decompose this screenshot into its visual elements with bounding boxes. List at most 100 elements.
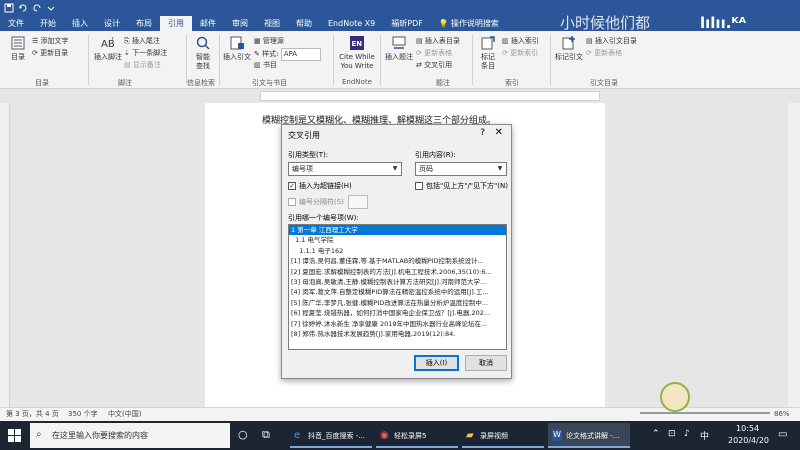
taskbar-app-label: 抖音_百度搜索 -... <box>308 432 365 440</box>
insert-hyperlink-checkbox[interactable]: ✓ <box>288 182 296 190</box>
smart-lookup-button[interactable]: 智能 查找 <box>190 35 216 71</box>
list-item[interactable]: [3] 母泡真,吴敏清,王静.模糊控制表计算方法研究[J].河南师范大学... <box>289 277 506 287</box>
folder-icon: ▰ <box>466 430 474 441</box>
group-separator <box>333 35 334 85</box>
language-indicator[interactable]: 中文(中国) <box>108 408 141 421</box>
clock-time[interactable]: 10:54 <box>736 424 759 433</box>
zoom-level[interactable]: 86% <box>774 408 790 421</box>
insert-table-of-figures-button[interactable]: ▤ 插入表目录 <box>416 36 460 47</box>
redo-icon[interactable] <box>32 3 42 13</box>
list-item[interactable]: [7] 徐婷婷.沐水新生 净享健康 2019年中国热水器行业高峰论坛在... <box>289 319 506 329</box>
update-toc-button[interactable]: ⟳ 更新目录 <box>32 48 68 59</box>
tab-layout[interactable]: 布局 <box>128 16 160 31</box>
tab-foxit-pdf[interactable]: 福昕PDF <box>383 16 431 31</box>
manage-sources-button[interactable]: ▦ 管理源 <box>254 36 284 47</box>
style-select[interactable]: ✎ 样式: APA <box>254 48 321 61</box>
taskbar-app-folder[interactable]: ▰ 录屏视频 <box>462 423 544 448</box>
tab-review[interactable]: 审阅 <box>224 16 256 31</box>
running-indicator <box>462 446 544 448</box>
insert-button[interactable]: 插入(I) <box>414 355 459 371</box>
reference-type-select[interactable]: 编号项 ▼ <box>288 162 402 176</box>
update-toa-button[interactable]: ⟳ 更新表格 <box>586 48 622 59</box>
vertical-ruler[interactable] <box>0 103 10 407</box>
ime-indicator[interactable]: 中 <box>700 429 709 442</box>
task-view-icon[interactable]: ⧉ <box>262 428 270 442</box>
group-toa-label: 引文目录 <box>590 79 618 87</box>
taskbar-app-word[interactable]: W 论文格式讲解 -... <box>548 423 630 448</box>
list-item[interactable]: [1] 谭浩,吴何昌,董佳霖,等.基于MATLAB的模糊PID控制系统设计... <box>289 256 506 266</box>
word-count[interactable]: 350 个字 <box>68 408 98 421</box>
insert-toa-button[interactable]: ▤ 插入引文目录 <box>586 36 637 47</box>
windows-start-icon[interactable] <box>8 429 22 443</box>
tab-file[interactable]: 文件 <box>0 16 32 31</box>
cortana-icon[interactable]: ○ <box>238 428 248 441</box>
mark-entry-button[interactable]: 标记 条目 <box>476 35 500 71</box>
tab-endnote[interactable]: EndNote X9 <box>320 16 383 31</box>
update-index-button[interactable]: ⟳ 更新索引 <box>502 48 538 59</box>
vertical-scrollbar[interactable] <box>788 103 800 407</box>
cite-while-you-write-button[interactable]: EN Cite While You Write <box>337 35 377 71</box>
taskbar-search-box[interactable]: ⌕ 在这里输入你要搜索的内容 <box>30 423 230 448</box>
separate-numbers-checkbox[interactable] <box>288 198 296 206</box>
svg-text:1: 1 <box>111 37 114 43</box>
group-index-label: 索引 <box>505 79 519 87</box>
next-footnote-button[interactable]: ⇣ 下一条脚注 <box>124 48 167 59</box>
cross-reference-button[interactable]: ⇄ 交叉引用 <box>416 60 452 71</box>
volume-icon[interactable]: ♪ <box>684 429 690 439</box>
avatar <box>660 382 690 412</box>
list-item[interactable]: [8] 郑伟.热水器技术发展趋势[J].家用电器,2019(12):84. <box>289 329 506 339</box>
list-item[interactable]: [4] 闵军,葛文萍.自整定模糊PID算法在精密温控系统中的运用[J].工... <box>289 287 506 297</box>
undo-icon[interactable] <box>18 3 28 13</box>
tab-view[interactable]: 视图 <box>256 16 288 31</box>
group-separator <box>88 35 89 85</box>
notifications-icon[interactable]: ▭ <box>778 429 787 440</box>
insert-endnote-button[interactable]: ⎘ 插入尾注 <box>124 36 160 47</box>
tab-references[interactable]: 引用 <box>160 16 192 31</box>
separator-input[interactable] <box>348 195 368 209</box>
list-item[interactable]: 1.1 电气学院 <box>289 235 506 245</box>
list-item[interactable]: 1.1.1 电子162 <box>289 246 506 256</box>
taskbar-app-recorder[interactable]: ◉ 轻松录屏5 <box>376 423 458 448</box>
list-item[interactable]: [2] 夏国宏.求解模糊控制表的方法[J].机电工程技术,2006,35(10)… <box>289 267 506 277</box>
taskbar-app-browser[interactable]: e 抖音_百度搜索 -... <box>290 423 372 448</box>
insert-hyperlink-label[interactable]: 插入为超链接(H) <box>299 181 352 191</box>
list-item[interactable]: [6] 程夏莹.烧错热器，如何打消中国家电企业保卫战？[J].电器,202... <box>289 308 506 318</box>
bibliography-button[interactable]: ▥ 书目 <box>254 60 277 71</box>
close-icon[interactable]: ✕ <box>495 127 503 138</box>
mark-citation-button[interactable]: 标记引文 <box>554 35 584 62</box>
cancel-button[interactable]: 取消 <box>465 355 507 371</box>
toc-button[interactable]: 目录 <box>6 35 30 62</box>
include-above-below-label[interactable]: 包括"见上方"/"见下方"(N) <box>426 181 508 191</box>
reference-content-select[interactable]: 页码 ▼ <box>415 162 507 176</box>
group-endnote-label: EndNote <box>342 78 372 86</box>
zoom-slider[interactable] <box>640 412 770 414</box>
horizontal-ruler[interactable] <box>260 91 600 101</box>
insert-index-button[interactable]: ▥ 插入索引 <box>502 36 539 47</box>
title-bar <box>0 0 800 16</box>
help-icon[interactable]: ? <box>480 128 485 138</box>
save-icon[interactable] <box>4 3 14 13</box>
tab-help[interactable]: 帮助 <box>288 16 320 31</box>
tab-mailings[interactable]: 邮件 <box>192 16 224 31</box>
insert-citation-button[interactable]: 插入引文 <box>222 35 252 62</box>
update-table-button[interactable]: ⟳ 更新表格 <box>416 48 452 59</box>
page-count[interactable]: 第 3 页，共 4 页 <box>6 408 59 421</box>
tab-home[interactable]: 开始 <box>32 16 64 31</box>
list-item[interactable]: 1 第一章 江西理工大学 <box>289 225 506 236</box>
manage-sources-label: 管理源 <box>262 37 284 45</box>
insert-footnote-button[interactable]: AB 1 插入脚注 <box>92 35 124 62</box>
tell-me-search[interactable]: 💡 操作说明搜索 <box>431 16 507 31</box>
insert-caption-button[interactable]: 插入题注 <box>384 35 414 62</box>
tab-design[interactable]: 设计 <box>96 16 128 31</box>
tab-insert[interactable]: 插入 <box>64 16 96 31</box>
show-notes-button[interactable]: ▤ 显示备注 <box>124 60 161 71</box>
include-above-below-checkbox[interactable] <box>415 182 423 190</box>
clock-date[interactable]: 2020/4/20 <box>728 436 769 445</box>
numbered-items-list[interactable]: 1 第一章 江西理工大学 1.1 电气学院 1.1.1 电子162 [1] 谭浩… <box>288 224 507 350</box>
list-item[interactable]: [5] 陈广华,李梦凡,张健.模糊PID改进算法在热量分析炉温度控制中... <box>289 298 506 308</box>
add-text-icon: ☰ <box>32 37 41 45</box>
add-text-button[interactable]: ☰ 添加文字 <box>32 36 69 47</box>
customize-toolbar-icon[interactable] <box>46 3 56 13</box>
network-icon[interactable]: ⊡ <box>668 429 676 439</box>
tray-overflow-icon[interactable]: ⌃ <box>652 429 660 439</box>
